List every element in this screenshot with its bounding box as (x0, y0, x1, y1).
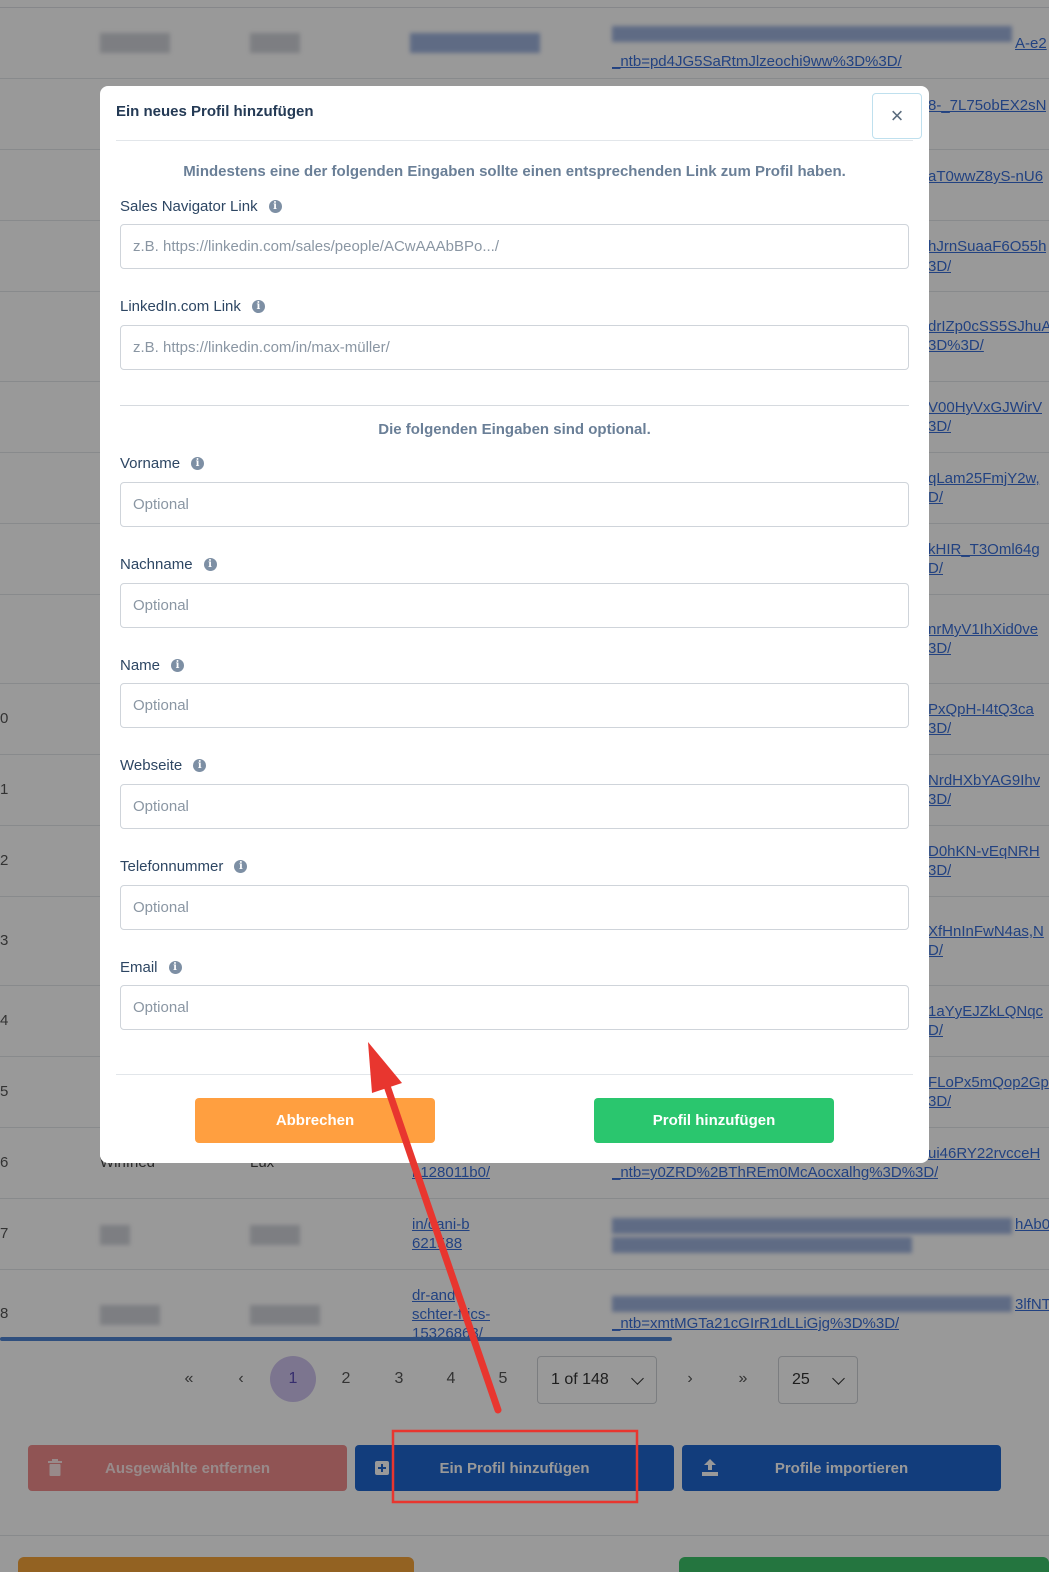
field-label: Email (120, 959, 158, 976)
cancel-button[interactable]: Abbrechen (195, 1098, 435, 1143)
field-label: Nachname (120, 556, 193, 573)
field-label: LinkedIn.com Link (120, 298, 241, 315)
last-name-label-row: Nachname i (120, 556, 217, 573)
first-name-input[interactable] (120, 482, 909, 527)
link-requirement-note: Mindestens eine der folgenden Eingaben s… (183, 163, 846, 180)
field-label: Name (120, 657, 161, 674)
phone-input[interactable] (120, 885, 909, 930)
info-icon[interactable]: i (191, 457, 205, 470)
name-input[interactable] (120, 683, 909, 728)
linkedin-label-row: LinkedIn.com Link i (120, 298, 265, 315)
info-icon[interactable]: i (203, 558, 217, 571)
website-input[interactable] (120, 784, 909, 829)
website-label-row: Webseite i (120, 757, 207, 774)
info-icon[interactable]: i (168, 961, 182, 974)
close-button[interactable]: × (872, 93, 922, 139)
footer-divider (116, 1074, 913, 1075)
info-icon[interactable]: i (251, 300, 265, 313)
sales-navigator-label-row: Sales Navigator Link i (120, 198, 282, 215)
field-label: Telefonnummer (120, 858, 224, 875)
email-label-row: Email i (120, 959, 182, 976)
field-label: Sales Navigator Link (120, 198, 258, 215)
first-name-label-row: Vorname i (120, 455, 205, 472)
optional-note: Die folgenden Eingaben sind optional. (378, 421, 651, 438)
linkedin-link-input[interactable] (120, 325, 909, 370)
phone-label-row: Telefonnummer i (120, 858, 248, 875)
add-profile-submit-button[interactable]: Profil hinzufügen (594, 1098, 834, 1143)
sales-navigator-link-input[interactable] (120, 224, 909, 269)
field-label: Webseite (120, 757, 183, 774)
info-icon[interactable]: i (171, 659, 185, 672)
info-icon[interactable]: i (193, 759, 207, 772)
close-icon: × (890, 103, 904, 128)
section-divider (120, 405, 909, 406)
info-icon[interactable]: i (234, 860, 248, 873)
header-divider (116, 140, 913, 141)
add-profile-modal: Ein neues Profil hinzufügen × Mindestens… (100, 86, 929, 1163)
field-label: Vorname (120, 455, 181, 472)
name-label-row: Name i (120, 657, 185, 674)
email-input[interactable] (120, 985, 909, 1030)
modal-title: Ein neues Profil hinzufügen (116, 103, 314, 120)
info-icon[interactable]: i (268, 200, 282, 213)
last-name-input[interactable] (120, 583, 909, 628)
